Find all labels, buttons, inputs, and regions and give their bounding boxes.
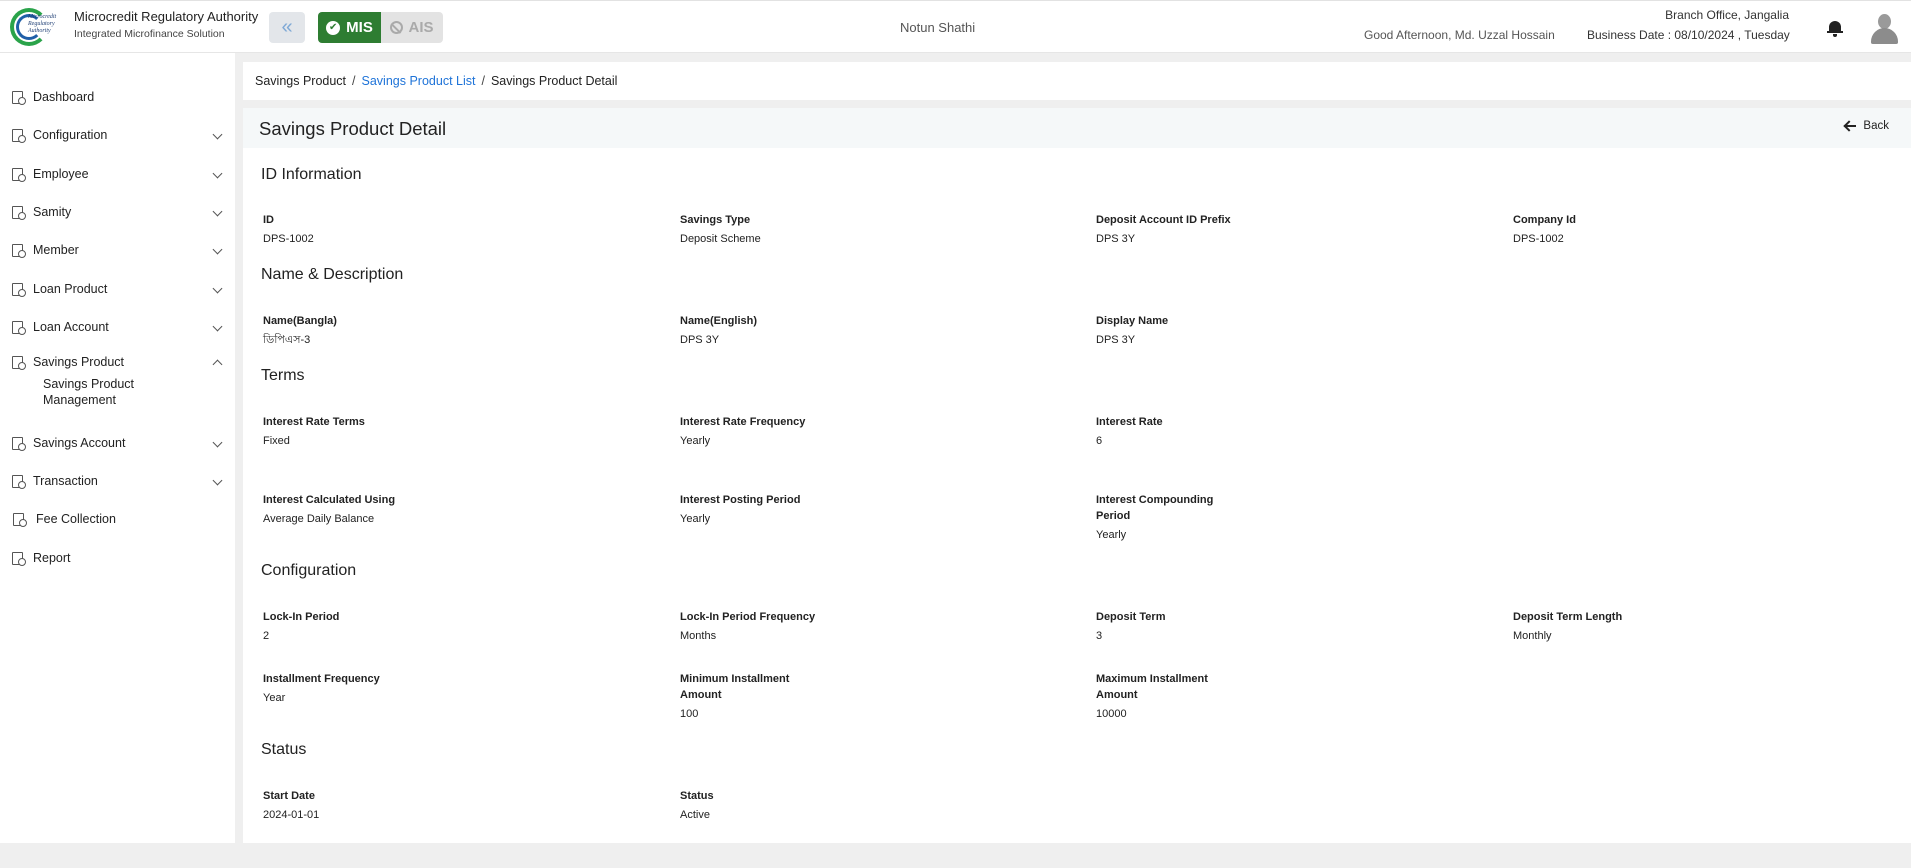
top-header: Microcredit Regulatory Authority Microcr…: [0, 0, 1911, 53]
breadcrumb-current: Savings Product Detail: [490, 74, 618, 88]
field-interest-posting-period: Interest Posting Period Yearly: [680, 494, 801, 525]
field-interest-rate-terms: Interest Rate Terms Fixed: [263, 416, 365, 447]
brand-subtitle: Integrated Microfinance Solution: [74, 28, 225, 40]
dashboard-icon: [11, 90, 26, 105]
sidebar-item-savings-account[interactable]: Savings Account: [0, 431, 235, 455]
sidebar-item-loan-account[interactable]: Loan Account: [0, 315, 235, 339]
sidebar-item-fee-collection[interactable]: Fee Collection: [0, 507, 235, 531]
section-title-name-description: Name & Description: [261, 266, 404, 283]
sidebar-item-savings-product[interactable]: Savings Product: [0, 350, 235, 374]
sliders-icon: [11, 128, 26, 143]
chevron-down-icon: [212, 283, 223, 294]
savings-account-icon: [11, 436, 26, 451]
footer-strip: [0, 843, 1911, 868]
sidebar-item-transaction[interactable]: Transaction: [0, 469, 235, 493]
sidebar-item-samity[interactable]: Samity: [0, 200, 235, 224]
collapse-sidebar-button[interactable]: «: [269, 12, 305, 43]
savings-product-icon: [11, 355, 26, 370]
breadcrumb: Savings Product / Savings Product List /…: [243, 62, 1911, 100]
field-id: ID DPS-1002: [263, 214, 314, 245]
group-icon: [11, 205, 26, 220]
section-title-status: Status: [261, 741, 307, 758]
sidebar-item-configuration[interactable]: Configuration: [0, 123, 235, 147]
business-date: Business Date : 08/10/2024 , Tuesday: [1587, 28, 1790, 42]
chevron-down-icon: [212, 168, 223, 179]
field-lock-in-period: Lock-In Period 2: [263, 611, 340, 642]
sidebar-item-dashboard[interactable]: Dashboard: [0, 85, 235, 109]
arrow-left-icon: [1844, 120, 1857, 132]
field-interest-calculated-using: Interest Calculated Using Average Daily …: [263, 494, 396, 525]
bell-icon[interactable]: [1827, 19, 1843, 37]
field-interest-rate-frequency: Interest Rate Frequency Yearly: [680, 416, 806, 447]
sidebar: Dashboard Configuration Employee Samity …: [0, 53, 235, 843]
sidebar-subitem-savings-product-management[interactable]: Savings Product Management: [43, 376, 183, 408]
field-company-id: Company Id DPS-1002: [1513, 214, 1576, 245]
mis-button[interactable]: ✔ MIS: [318, 12, 381, 43]
sidebar-item-report[interactable]: Report: [0, 546, 235, 570]
report-icon: [11, 551, 26, 566]
section-title-terms: Terms: [261, 367, 305, 384]
field-minimum-installment-amount: Minimum Installment Amount 100: [680, 673, 790, 720]
chevron-down-icon: [212, 475, 223, 486]
double-chevron-left-icon: «: [281, 16, 293, 38]
brand-title: Microcredit Regulatory Authority: [74, 9, 259, 24]
breadcrumb-savings-product-list[interactable]: Savings Product List: [362, 74, 476, 88]
field-start-date: Start Date 2024-01-01: [263, 790, 320, 821]
ais-button[interactable]: AIS: [381, 12, 443, 43]
fee-icon: [12, 512, 27, 527]
field-name-bangla: Name(Bangla) ডিপিএস-3: [263, 315, 337, 346]
breadcrumb-savings-product[interactable]: Savings Product: [255, 74, 346, 88]
field-deposit-term: Deposit Term 3: [1096, 611, 1166, 642]
sidebar-item-loan-product[interactable]: Loan Product: [0, 277, 235, 301]
chevron-down-icon: [212, 437, 223, 448]
field-interest-compounding-period: Interest Compounding Period Yearly: [1096, 494, 1214, 541]
chevron-down-icon: [212, 244, 223, 255]
field-status: Status Active: [680, 790, 714, 821]
transaction-icon: [11, 474, 26, 489]
members-icon: [11, 243, 26, 258]
field-lock-in-period-frequency: Lock-In Period Frequency Months: [680, 611, 816, 642]
check-circle-icon: ✔: [326, 20, 341, 35]
chevron-down-icon: [212, 129, 223, 140]
greeting-text: Good Afternoon, Md. Uzzal Hossain: [1364, 28, 1555, 42]
loan-product-icon: [11, 282, 26, 297]
title-bar: Savings Product Detail Back: [243, 108, 1911, 148]
detail-panel: Savings Product Detail Back ID Informati…: [243, 108, 1911, 843]
chevron-down-icon: [212, 206, 223, 217]
field-deposit-account-id-prefix: Deposit Account ID Prefix DPS 3Y: [1096, 214, 1231, 245]
section-title-configuration: Configuration: [261, 562, 357, 579]
field-interest-rate: Interest Rate 6: [1096, 416, 1163, 447]
branch-name: Branch Office, Jangalia: [1665, 8, 1789, 22]
section-title-id-information: ID Information: [261, 166, 362, 183]
field-maximum-installment-amount: Maximum Installment Amount 10000: [1096, 673, 1208, 720]
user-avatar[interactable]: [1870, 13, 1898, 44]
field-installment-frequency: Installment Frequency Year: [263, 673, 380, 704]
loan-account-icon: [11, 320, 26, 335]
page-title: Savings Product Detail: [259, 118, 447, 139]
chevron-down-icon: [212, 321, 223, 332]
field-display-name: Display Name DPS 3Y: [1096, 315, 1169, 346]
module-switch: ✔ MIS AIS: [318, 12, 443, 43]
sidebar-item-member[interactable]: Member: [0, 238, 235, 262]
sidebar-item-employee[interactable]: Employee: [0, 162, 235, 186]
back-button[interactable]: Back: [1844, 120, 1889, 132]
field-savings-type: Savings Type Deposit Scheme: [680, 214, 761, 245]
field-deposit-term-length: Deposit Term Length Monthly: [1513, 611, 1623, 642]
ban-icon: [390, 21, 404, 34]
chevron-up-icon: [212, 359, 223, 370]
employee-icon: [11, 167, 26, 182]
brand-block[interactable]: Microcredit Regulatory Authority Microcr…: [8, 6, 258, 48]
field-name-english: Name(English) DPS 3Y: [680, 315, 758, 346]
organization-name: Notun Shathi: [900, 20, 976, 35]
mra-logo: Microcredit Regulatory Authority: [8, 6, 68, 48]
